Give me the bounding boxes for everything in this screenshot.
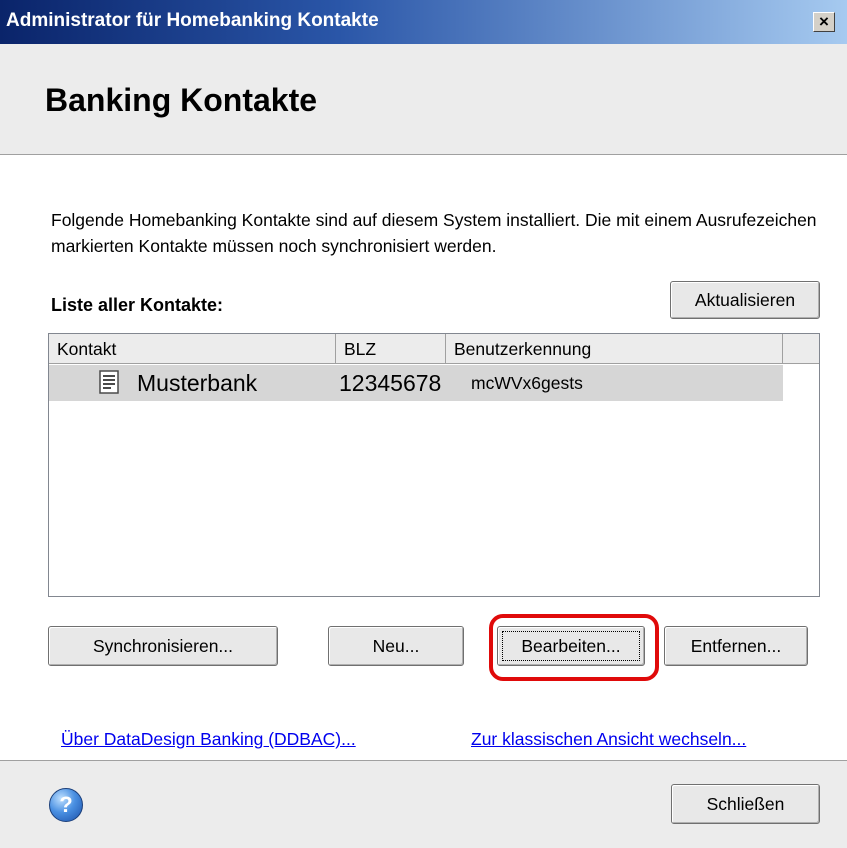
cell-kontakt: Musterbank xyxy=(137,370,258,396)
page-header: Banking Kontakte xyxy=(0,44,847,155)
list-header: Kontakt BLZ Benutzerkennung xyxy=(49,334,819,364)
highlight-marker xyxy=(489,614,659,681)
remove-button[interactable]: Entfernen... xyxy=(664,626,808,666)
about-link[interactable]: Über DataDesign Banking (DDBAC)... xyxy=(61,729,356,750)
sync-button[interactable]: Synchronisieren... xyxy=(48,626,278,666)
classic-view-link[interactable]: Zur klassischen Ansicht wechseln... xyxy=(471,729,746,750)
new-button[interactable]: Neu... xyxy=(328,626,464,666)
description-text: Folgende Homebanking Kontakte sind auf d… xyxy=(51,210,817,256)
table-row[interactable]: Musterbank 12345678 mcWVx6gests xyxy=(49,365,783,401)
close-icon[interactable]: × xyxy=(813,12,835,32)
window-title: Administrator für Homebanking Kontakte xyxy=(6,10,379,31)
column-header-filler xyxy=(783,334,819,364)
cell-blz: 12345678 xyxy=(339,370,442,396)
help-icon[interactable]: ? xyxy=(49,788,83,822)
column-header-blz[interactable]: BLZ xyxy=(336,334,446,364)
document-icon xyxy=(99,370,119,394)
page-title: Banking Kontakte xyxy=(45,82,318,118)
contacts-list[interactable]: Kontakt BLZ Benutzerkennung Musterbank 1… xyxy=(48,333,820,597)
column-header-kontakt[interactable]: Kontakt xyxy=(49,334,336,364)
close-button[interactable]: Schließen xyxy=(671,784,820,824)
cell-benutzerkennung: mcWVx6gests xyxy=(471,373,583,393)
refresh-button[interactable]: Aktualisieren xyxy=(670,281,820,319)
list-label: Liste aller Kontakte: xyxy=(51,295,224,315)
title-bar: Administrator für Homebanking Kontakte × xyxy=(0,0,847,44)
column-header-benutzerkennung[interactable]: Benutzerkennung xyxy=(446,334,783,364)
